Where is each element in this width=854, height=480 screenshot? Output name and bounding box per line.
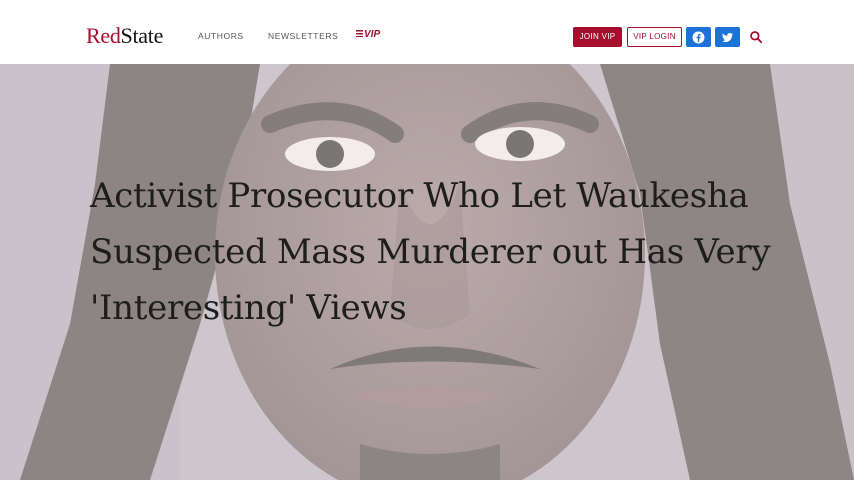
logo-part-red: Red — [86, 23, 121, 48]
facebook-icon — [692, 31, 705, 44]
facebook-button[interactable] — [686, 27, 711, 47]
nav-vip-link[interactable]: VIP — [356, 29, 380, 40]
hero-image-area: Activist Prosecutor Who Let Waukesha Sus… — [0, 64, 854, 480]
search-icon[interactable] — [749, 30, 763, 44]
nav-authors-link[interactable]: AUTHORS — [198, 31, 244, 41]
twitter-icon — [722, 33, 734, 43]
nav-newsletters-link[interactable]: NEWSLETTERS — [268, 31, 338, 41]
vip-stripes-icon — [356, 30, 363, 37]
join-vip-button[interactable]: JOIN VIP — [573, 27, 622, 47]
article-headline[interactable]: Activist Prosecutor Who Let Waukesha Sus… — [90, 168, 810, 336]
logo-part-state: State — [120, 23, 164, 48]
twitter-button[interactable] — [715, 27, 740, 47]
site-header: RedState AUTHORS NEWSLETTERS VIP JOIN VI… — [0, 0, 854, 65]
vip-login-button[interactable]: VIP LOGIN — [627, 27, 682, 47]
redstate-logo[interactable]: RedState — [86, 22, 163, 50]
nav-vip-label: VIP — [364, 29, 381, 40]
